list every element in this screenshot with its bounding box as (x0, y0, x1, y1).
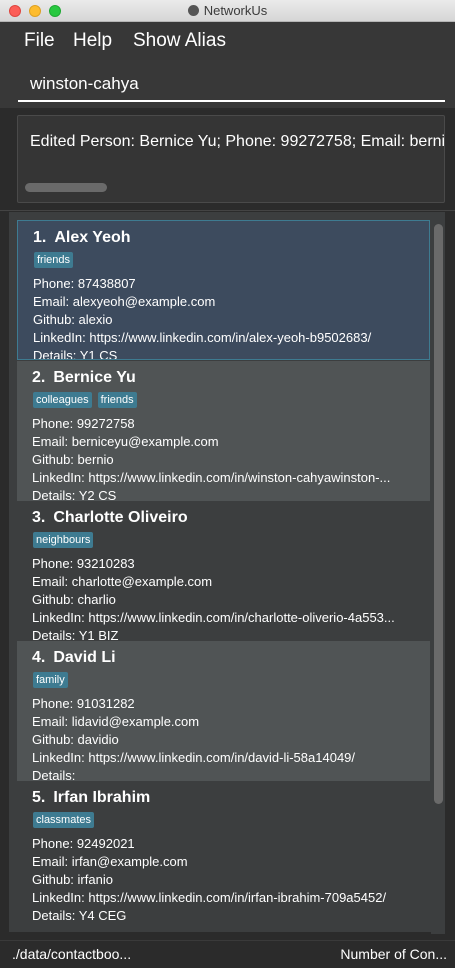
person-details: Details: Y2 CS (32, 488, 117, 501)
person-card[interactable]: 5. Irfan Ibrahim classmates Phone: 924920… (17, 781, 430, 921)
person-linkedin: LinkedIn: https://www.linkedin.com/in/al… (33, 330, 372, 345)
person-index: 4. (32, 649, 46, 666)
person-email: Email: berniceyu@example.com (32, 434, 219, 449)
person-tags: neighbours (33, 530, 99, 548)
menu-bar: File Help Show Alias (0, 22, 455, 60)
person-card[interactable]: 4. David Li family Phone: 91031282 Email:… (17, 641, 430, 781)
menu-file[interactable]: File (24, 30, 55, 52)
person-linkedin: LinkedIn: https://www.linkedin.com/in/ir… (32, 890, 387, 905)
person-github: Github: irfanio (32, 872, 113, 887)
person-details: Details: Y1 CS (33, 348, 118, 360)
person-list-panel: 1. Alex Yeoh friends Phone: 87438807 Emai… (0, 212, 455, 940)
person-index: 3. (32, 509, 46, 526)
tag-badge: friends (97, 392, 137, 408)
person-details: Details: Y4 CEG (32, 908, 127, 921)
person-phone: Phone: 93210283 (32, 556, 135, 571)
tag-badge: friends (34, 252, 74, 268)
status-file-path: ./data/contactboo... (12, 946, 132, 962)
person-github: Github: charlio (32, 592, 116, 607)
person-github: Github: alexio (33, 312, 113, 327)
person-tags: family (33, 670, 74, 688)
status-count: Number of Con... (340, 946, 447, 962)
result-display: Edited Person: Bernice Yu; Phone: 992727… (17, 115, 445, 203)
person-index: 1. (33, 229, 47, 246)
person-list-scrollbar[interactable] (434, 224, 443, 804)
person-email: Email: irfan@example.com (32, 854, 188, 869)
person-card[interactable]: 3. Charlotte Oliveiro neighbours Phone: 9… (17, 501, 430, 641)
person-github: Github: bernio (32, 452, 114, 467)
person-email: Email: lidavid@example.com (32, 714, 200, 729)
status-bar: ./data/contactboo... Number of Con... (0, 940, 455, 968)
person-name-text: Alex Yeoh (54, 229, 131, 246)
person-details: Details: (32, 768, 76, 781)
person-phone: Phone: 87438807 (33, 276, 136, 291)
person-tags: colleagues friends (33, 390, 143, 408)
person-name: 4. David Li (32, 649, 116, 667)
person-name-text: Irfan Ibrahim (53, 789, 151, 806)
person-name: 2. Bernice Yu (32, 369, 136, 387)
tag-badge: classmates (33, 812, 95, 828)
person-tags: friends (34, 250, 79, 268)
person-github: Github: davidio (32, 732, 119, 747)
person-linkedin: LinkedIn: https://www.linkedin.com/in/da… (32, 750, 356, 765)
menu-help[interactable]: Help (73, 30, 112, 52)
person-name: 5. Irfan Ibrahim (32, 789, 150, 807)
command-input[interactable] (18, 68, 445, 102)
person-email: Email: charlotte@example.com (32, 574, 213, 589)
tag-badge: colleagues (33, 392, 92, 408)
window-title-area: NetworkUs (0, 3, 455, 18)
person-name: 1. Alex Yeoh (33, 229, 131, 247)
person-phone: Phone: 99272758 (32, 416, 135, 431)
person-card[interactable]: 2. Bernice Yu colleagues friends Phone: 99… (17, 361, 430, 501)
tag-badge: family (33, 672, 68, 688)
result-display-panel: Edited Person: Bernice Yu; Phone: 992727… (0, 108, 455, 210)
person-tags: classmates (33, 810, 100, 828)
tag-badge: neighbours (33, 532, 94, 548)
person-name-text: David Li (53, 649, 116, 666)
person-name-text: Bernice Yu (53, 369, 136, 386)
person-index: 2. (32, 369, 46, 386)
person-phone: Phone: 91031282 (32, 696, 135, 711)
person-linkedin: LinkedIn: https://www.linkedin.com/in/wi… (32, 470, 391, 485)
result-text: Edited Person: Bernice Yu; Phone: 992727… (30, 133, 445, 150)
person-phone: Phone: 92492021 (32, 836, 135, 851)
person-linkedin: LinkedIn: https://www.linkedin.com/in/ch… (32, 610, 395, 625)
person-email: Email: alexyeoh@example.com (33, 294, 216, 309)
person-details: Details: Y1 BIZ (32, 628, 119, 641)
app-icon (187, 5, 199, 16)
result-horizontal-scrollbar[interactable] (25, 183, 107, 192)
person-index: 5. (32, 789, 46, 806)
window-title: NetworkUs (203, 3, 268, 18)
person-name-text: Charlotte Oliveiro (53, 509, 188, 526)
panel-divider (0, 210, 455, 211)
person-card[interactable]: 1. Alex Yeoh friends Phone: 87438807 Emai… (17, 220, 430, 360)
menu-show-alias[interactable]: Show Alias (133, 30, 226, 52)
person-name: 3. Charlotte Oliveiro (32, 509, 188, 527)
command-box (0, 60, 455, 108)
window-titlebar: NetworkUs (0, 0, 455, 22)
